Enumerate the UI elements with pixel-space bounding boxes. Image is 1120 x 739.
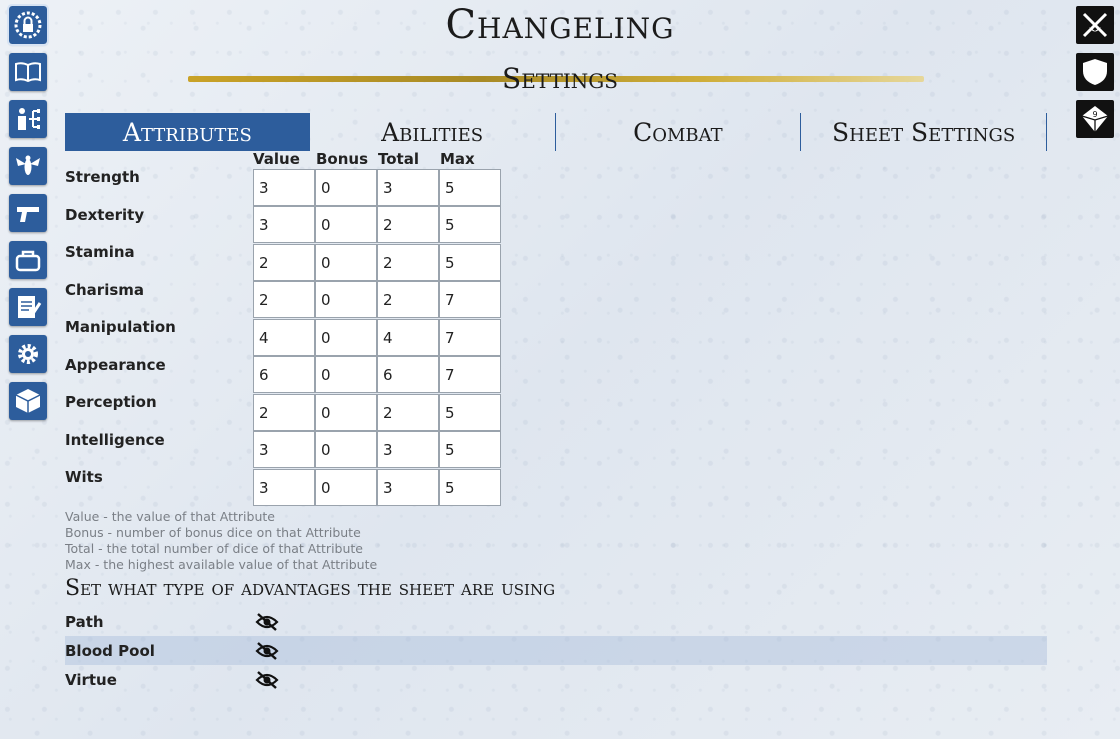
pistol-icon (17, 207, 39, 222)
advantage-row-path: Path (65, 607, 1047, 636)
value-input[interactable]: 2 (253, 281, 315, 318)
nav-powers-button[interactable] (9, 147, 47, 185)
bonus-input[interactable]: 0 (315, 281, 377, 318)
column-header-total: Total (378, 150, 419, 168)
max-input[interactable]: 7 (439, 281, 501, 318)
nav-inventory-button[interactable] (9, 241, 47, 279)
total-input[interactable]: 3 (377, 431, 439, 468)
attribute-label: Wits (65, 468, 103, 486)
d10-icon: 9 (1081, 106, 1109, 132)
svg-text:9: 9 (1092, 110, 1097, 119)
legend-line: Total - the total number of dice of that… (65, 541, 363, 556)
max-input[interactable]: 5 (439, 206, 501, 243)
column-header-bonus: Bonus (316, 150, 369, 168)
dice-roll-button[interactable]: 9 (1076, 100, 1114, 138)
section-title: Settings (502, 62, 618, 95)
notepad-icon (18, 296, 42, 318)
total-input[interactable]: 2 (377, 281, 439, 318)
value-input[interactable]: 6 (253, 356, 315, 393)
bonus-input[interactable]: 0 (315, 469, 377, 506)
tab-abilities[interactable]: Abilities (310, 113, 556, 151)
advantage-row-virtue: Virtue (65, 665, 1047, 694)
attribute-label: Manipulation (65, 318, 176, 336)
attribute-label: Appearance (65, 356, 166, 374)
legend-line: Value - the value of that Attribute (65, 509, 275, 524)
dice-icon (15, 389, 41, 413)
nav-notes-button[interactable] (9, 288, 47, 326)
eye-off-icon[interactable] (255, 612, 279, 632)
gear-icon (18, 344, 38, 364)
attribute-label: Dexterity (65, 206, 145, 224)
tab-combat[interactable]: Combat (556, 113, 802, 151)
eye-off-icon[interactable] (255, 670, 279, 690)
total-input[interactable]: 3 (377, 469, 439, 506)
total-input[interactable]: 4 (377, 319, 439, 356)
max-input[interactable]: 5 (439, 169, 501, 206)
column-header-max: Max (440, 150, 475, 168)
advantage-row-blood-pool: Blood Pool (65, 636, 1047, 665)
column-header-value: Value (253, 150, 300, 168)
nav-weapons-button[interactable] (9, 194, 47, 232)
person-tree-icon (18, 108, 40, 130)
nav-character-button[interactable] (9, 100, 47, 138)
advantage-label: Path (65, 612, 104, 631)
max-input[interactable]: 7 (439, 356, 501, 393)
tab-attributes[interactable]: Attributes (65, 113, 310, 151)
max-input[interactable]: 5 (439, 469, 501, 506)
tab-sheet-settings[interactable]: Sheet Settings (801, 113, 1047, 151)
total-input[interactable]: 6 (377, 356, 439, 393)
total-input[interactable]: 2 (377, 394, 439, 431)
tab-bar: Attributes Abilities Combat Sheet Settin… (65, 113, 1047, 151)
bonus-input[interactable]: 0 (315, 244, 377, 281)
attribute-label: Strength (65, 168, 140, 186)
total-input[interactable]: 2 (377, 244, 439, 281)
value-input[interactable]: 3 (253, 206, 315, 243)
bonus-input[interactable]: 0 (315, 206, 377, 243)
max-input[interactable]: 5 (439, 431, 501, 468)
value-input[interactable]: 2 (253, 394, 315, 431)
bonus-input[interactable]: 0 (315, 394, 377, 431)
column-legend: Value - the value of that Attribute Bonu… (65, 509, 377, 573)
legend-line: Bonus - number of bonus dice on that Att… (65, 525, 361, 540)
value-input[interactable]: 3 (253, 431, 315, 468)
advantages-heading: Set what type of advantages the sheet ar… (65, 576, 556, 601)
bonus-input[interactable]: 0 (315, 169, 377, 206)
advantage-label: Virtue (65, 670, 117, 689)
bonus-input[interactable]: 0 (315, 431, 377, 468)
eye-off-icon[interactable] (255, 641, 279, 661)
attribute-label: Stamina (65, 243, 135, 261)
value-input[interactable]: 4 (253, 319, 315, 356)
total-input[interactable]: 3 (377, 169, 439, 206)
max-input[interactable]: 7 (439, 319, 501, 356)
max-input[interactable]: 5 (439, 244, 501, 281)
attribute-label: Perception (65, 393, 157, 411)
wasp-icon (16, 155, 40, 175)
legend-line: Max - the highest available value of tha… (65, 557, 378, 572)
max-input[interactable]: 5 (439, 394, 501, 431)
bonus-input[interactable]: 0 (315, 319, 377, 356)
attribute-label: Charisma (65, 281, 145, 299)
nav-dice-button[interactable] (9, 382, 47, 420)
bag-icon (15, 250, 41, 272)
page-title: Changeling (445, 2, 675, 48)
value-input[interactable]: 3 (253, 169, 315, 206)
value-input[interactable]: 2 (253, 244, 315, 281)
bonus-input[interactable]: 0 (315, 356, 377, 393)
attribute-label: Intelligence (65, 431, 165, 449)
total-input[interactable]: 2 (377, 206, 439, 243)
nav-settings-button[interactable] (9, 335, 47, 373)
advantage-label: Blood Pool (65, 641, 155, 660)
value-input[interactable]: 3 (253, 469, 315, 506)
